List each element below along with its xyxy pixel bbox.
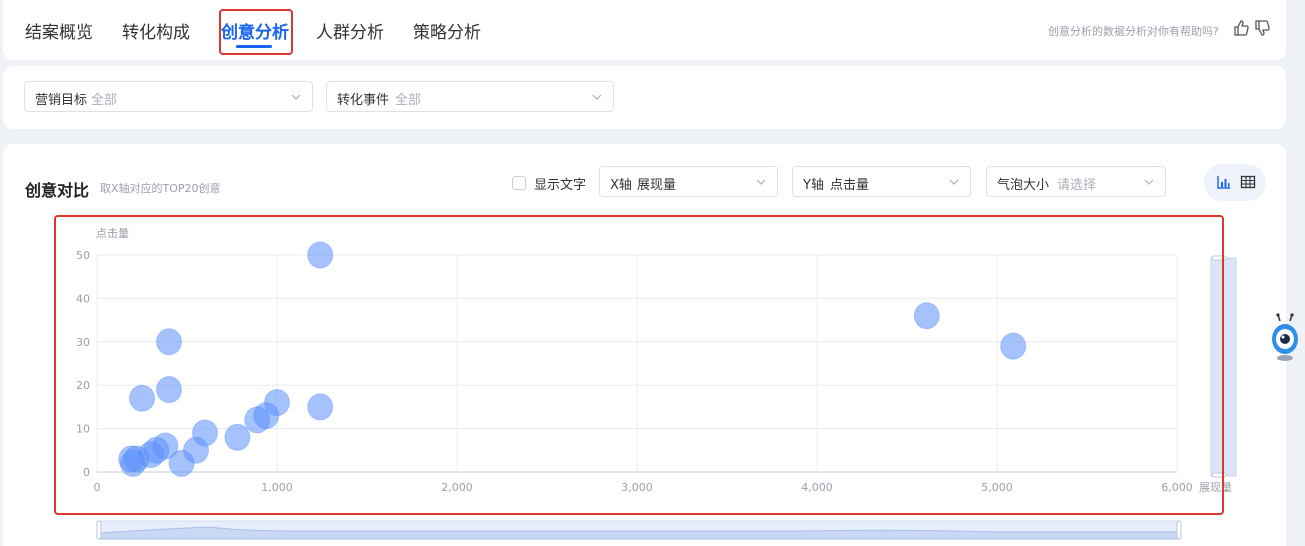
x-tick-label: 4,000 xyxy=(801,481,833,494)
x-tick-label: 1,000 xyxy=(261,481,293,494)
y-zoom-handle-top[interactable] xyxy=(1211,255,1227,261)
scatter-point[interactable] xyxy=(129,384,155,412)
x-tick-label: 0 xyxy=(94,481,101,494)
x-axis-title: 展现量 xyxy=(1199,481,1232,494)
scatter-point[interactable] xyxy=(244,406,271,434)
scatter-point[interactable] xyxy=(913,302,940,330)
x-tick-label: 5,000 xyxy=(981,481,1013,494)
y-tick-label: 20 xyxy=(76,379,90,392)
scatter-point[interactable] xyxy=(156,376,182,404)
scatter-point[interactable] xyxy=(224,423,251,451)
y-tick-label: 50 xyxy=(76,249,90,262)
y-zoom-slider[interactable] xyxy=(1210,257,1237,477)
scatter-point[interactable] xyxy=(168,449,195,477)
y-tick-label: 10 xyxy=(76,423,90,436)
scatter-point[interactable] xyxy=(307,393,334,421)
x-tick-label: 2,000 xyxy=(441,481,473,494)
y-zoom-handle-bottom[interactable] xyxy=(1211,472,1227,478)
y-tick-label: 0 xyxy=(83,466,90,479)
x-zoom-handle-left[interactable] xyxy=(96,520,102,540)
bubbles xyxy=(118,241,1027,477)
x-tick-label: 3,000 xyxy=(621,481,653,494)
x-tick-label: 6,000 xyxy=(1161,481,1193,494)
scatter-point[interactable] xyxy=(1000,332,1027,360)
scatter-chart: 点击量 展现量 0 10 20 30 40 50 0 1,000 2,000 3,000 4,000… xyxy=(76,227,1237,540)
y-tick-label: 40 xyxy=(76,292,90,305)
scatter-point[interactable] xyxy=(120,449,146,477)
y-axis-title: 点击量 xyxy=(96,227,129,240)
scatter-point[interactable] xyxy=(307,241,334,269)
x-zoom-handle-right[interactable] xyxy=(1176,520,1182,540)
chart-grid xyxy=(96,254,1178,473)
y-tick-label: 30 xyxy=(76,336,90,349)
scatter-point[interactable] xyxy=(156,328,182,356)
assistant-mascot-icon[interactable] xyxy=(1270,313,1300,363)
axis-ticks: 0 10 20 30 40 50 0 1,000 2,000 3,000 4,000 5,000 6,0… xyxy=(76,249,1193,494)
